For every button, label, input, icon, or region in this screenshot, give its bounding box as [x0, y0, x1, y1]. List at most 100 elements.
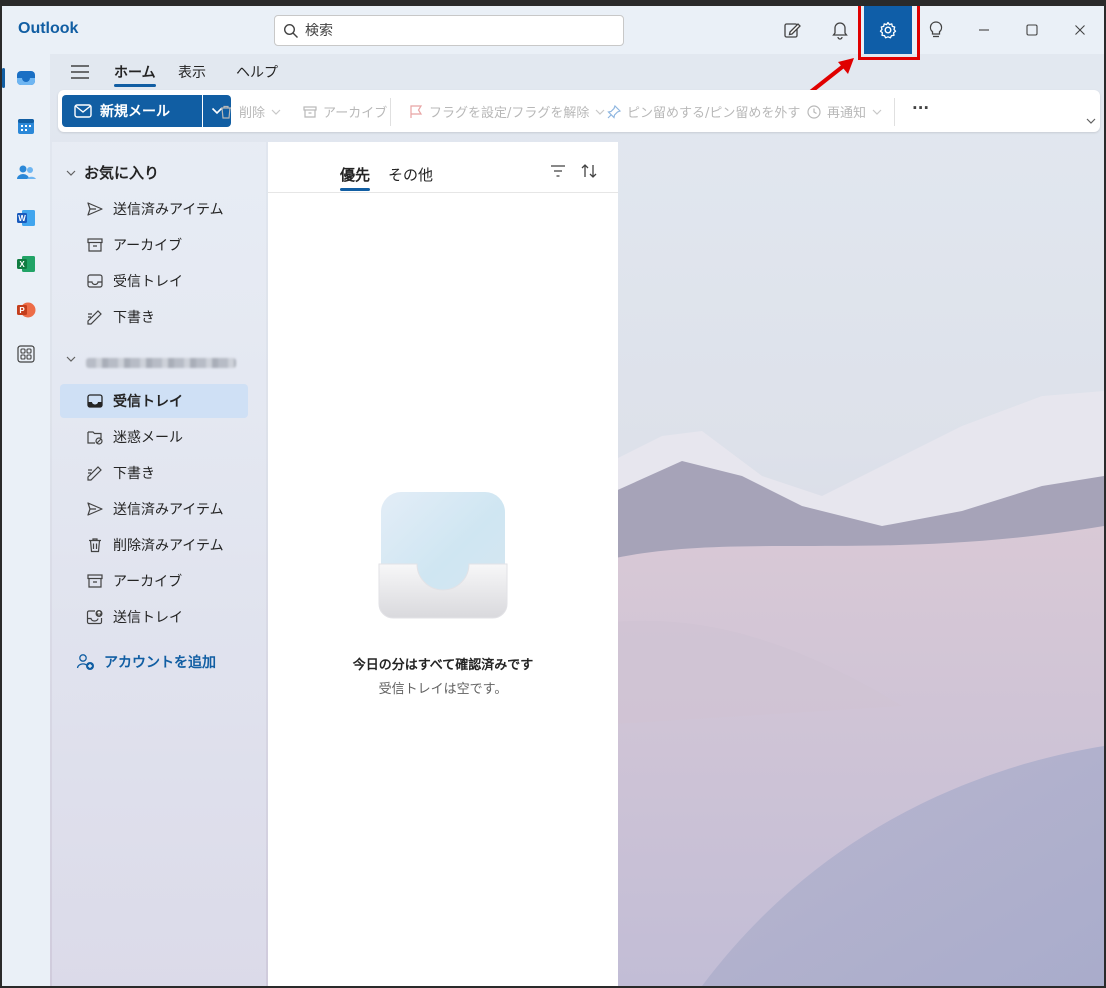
- folder-outbox[interactable]: 送信トレイ: [60, 600, 248, 634]
- more-options-button[interactable]: ···: [912, 99, 929, 117]
- chevron-down-icon: [66, 356, 76, 362]
- pin-label: ピン留めする/ピン留めを外す: [627, 106, 801, 121]
- folder-label: 送信トレイ: [113, 610, 183, 626]
- folder-label: 迷惑メール: [113, 430, 183, 446]
- send-icon: [87, 202, 103, 216]
- filter-icon[interactable]: [550, 164, 566, 178]
- folder-label: 送信済みアイテム: [113, 502, 224, 518]
- pin-icon: [607, 104, 622, 119]
- excel-icon: X: [17, 256, 35, 272]
- flag-icon: [410, 104, 423, 118]
- app-title: Outlook: [18, 20, 79, 37]
- flag-button[interactable]: フラグを設定/フラグを解除: [408, 102, 610, 121]
- chevron-down-icon: [66, 170, 76, 176]
- inbox-icon: [87, 394, 103, 408]
- bell-icon: [832, 22, 848, 40]
- clock-icon: [807, 104, 821, 119]
- folder-inbox[interactable]: 受信トレイ: [60, 384, 248, 418]
- rail-calendar[interactable]: [10, 110, 42, 142]
- rail-active-indicator: [2, 68, 5, 88]
- send-icon: [87, 502, 103, 516]
- trash-icon: [221, 105, 231, 119]
- word-icon: W: [17, 210, 35, 226]
- snooze-label: 再通知: [827, 106, 867, 121]
- ribbon-expand-icon[interactable]: [1086, 118, 1096, 124]
- chevron-down-icon: [872, 109, 882, 115]
- favorites-group-header[interactable]: お気に入り: [66, 162, 159, 183]
- archive-button[interactable]: アーカイブ: [302, 102, 387, 121]
- folder-junk[interactable]: 迷惑メール: [60, 420, 248, 454]
- rail-word[interactable]: W: [10, 202, 42, 234]
- junk-folder-icon: [87, 431, 103, 445]
- compose-note-icon: [784, 23, 801, 38]
- tips-button[interactable]: [916, 12, 956, 48]
- account-group-header[interactable]: [66, 356, 84, 362]
- rail-mail[interactable]: [10, 62, 42, 94]
- favorite-sent-items[interactable]: 送信済みアイテム: [60, 192, 248, 226]
- tab-other[interactable]: その他: [388, 164, 433, 185]
- folder-archive[interactable]: アーカイブ: [60, 564, 248, 598]
- minimize-button[interactable]: [964, 12, 1004, 48]
- search-box[interactable]: [274, 15, 624, 46]
- tab-view[interactable]: 表示: [178, 62, 206, 82]
- chevron-down-icon: [271, 109, 281, 115]
- folder-deleted-items[interactable]: 削除済みアイテム: [60, 528, 248, 562]
- trash-icon: [89, 538, 101, 553]
- maximize-button[interactable]: [1012, 12, 1052, 48]
- empty-inbox-illustration: [378, 492, 508, 619]
- maximize-icon: [1026, 24, 1038, 36]
- tab-home[interactable]: ホーム: [114, 62, 156, 87]
- tab-help[interactable]: ヘルプ: [236, 62, 278, 82]
- favorites-label: お気に入り: [84, 164, 160, 182]
- empty-state-title: 今日の分はすべて確認済みです: [352, 658, 534, 673]
- folder-drafts[interactable]: 下書き: [60, 456, 248, 490]
- tab-focused[interactable]: 優先: [340, 164, 371, 191]
- new-mail-button[interactable]: 新規メール: [62, 95, 202, 127]
- snooze-button[interactable]: 再通知: [806, 102, 887, 121]
- hamburger-menu-icon[interactable]: [70, 64, 90, 80]
- favorite-inbox[interactable]: 受信トレイ: [60, 264, 248, 298]
- folder-label: 送信済みアイテム: [113, 202, 224, 218]
- delete-button[interactable]: 削除: [218, 102, 286, 121]
- compose-note-button[interactable]: [772, 12, 812, 48]
- divider: [268, 192, 618, 193]
- folder-sent-items[interactable]: 送信済みアイテム: [60, 492, 248, 526]
- rail-excel[interactable]: X: [10, 248, 42, 280]
- outlook-window: Outlook 検索 W X P ホーム 表示 ヘルプ 新規メール 削除 アーカ…: [2, 6, 1104, 986]
- delete-label: 削除: [239, 106, 266, 121]
- powerpoint-icon: P: [17, 302, 36, 318]
- sort-icon[interactable]: [580, 163, 598, 179]
- folder-label: 下書き: [113, 310, 155, 326]
- ribbon-separator: [390, 98, 391, 126]
- rail-people[interactable]: [10, 156, 42, 188]
- notifications-button[interactable]: [820, 12, 860, 48]
- folder-label: アーカイブ: [113, 574, 183, 590]
- calendar-icon: [18, 119, 34, 134]
- drafts-icon: [87, 310, 102, 325]
- search-input[interactable]: [305, 22, 605, 39]
- message-list: 優先 その他 今日の分はすべて確認済みです 受信トレイは空です。: [268, 142, 618, 986]
- folder-label: 削除済みアイテム: [113, 538, 224, 554]
- archive-icon: [87, 238, 103, 252]
- apps-icon: [17, 345, 35, 363]
- pin-button[interactable]: ピン留めする/ピン留めを外す: [606, 102, 800, 121]
- archive-label: アーカイブ: [323, 106, 388, 121]
- close-button[interactable]: [1060, 12, 1100, 48]
- highlight-frame: [858, 6, 920, 60]
- favorite-drafts[interactable]: 下書き: [60, 300, 248, 334]
- rail-powerpoint[interactable]: P: [10, 294, 42, 326]
- folder-label: 受信トレイ: [113, 274, 183, 290]
- add-account-button[interactable]: アカウントを追加: [76, 652, 216, 672]
- add-person-icon: [76, 654, 94, 670]
- add-account-label: アカウントを追加: [104, 655, 216, 671]
- new-mail-label: 新規メール: [100, 104, 170, 120]
- rail-apps[interactable]: [10, 338, 42, 370]
- svg-text:P: P: [19, 306, 25, 315]
- ribbon-toolbar: 新規メール 削除 アーカイブ フラグを設定/フラグを解除 ピン留めする/ピン留め…: [58, 90, 1100, 132]
- blurred-account-name: [86, 358, 236, 368]
- favorite-archive[interactable]: アーカイブ: [60, 228, 248, 262]
- outbox-icon: [86, 610, 103, 625]
- svg-text:X: X: [19, 260, 25, 269]
- mail-outline-icon: [74, 104, 92, 118]
- chevron-down-icon: [595, 109, 605, 115]
